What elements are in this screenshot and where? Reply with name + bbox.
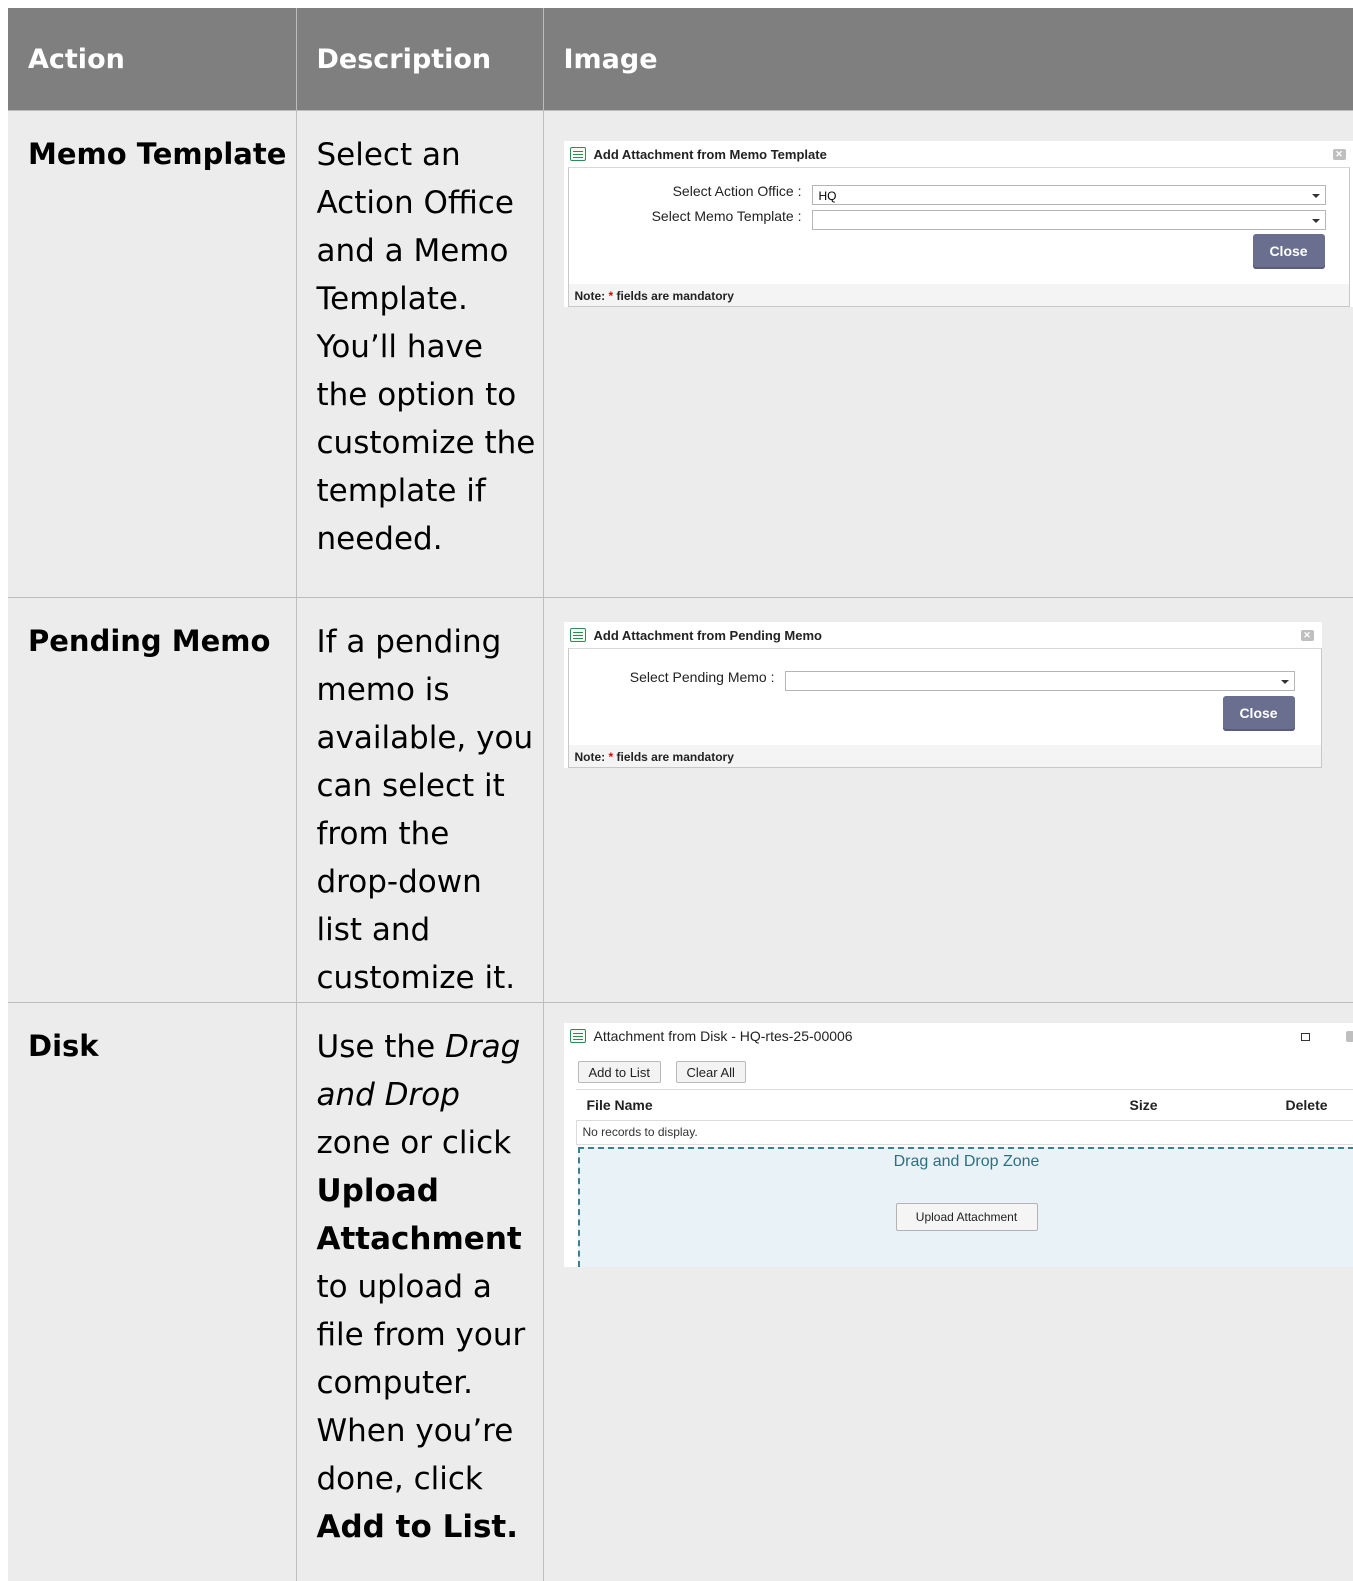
mandatory-note: Note: * fields are mandatory bbox=[569, 284, 1349, 306]
action-label: Memo Template bbox=[28, 111, 296, 171]
drag-drop-zone[interactable]: Drag and Drop Zone Upload Attachment bbox=[578, 1147, 1353, 1267]
action-office-value: HQ bbox=[819, 189, 837, 203]
pending-memo-select[interactable] bbox=[785, 671, 1295, 691]
header-description: Description bbox=[296, 8, 543, 111]
form-row-template: Select Memo Template : bbox=[569, 208, 802, 224]
add-to-list-button[interactable]: Add to List bbox=[578, 1061, 661, 1083]
dialog-title: Attachment from Disk - HQ-rtes-25-00006 bbox=[594, 1028, 853, 1044]
action-office-label: Select Action Office : bbox=[673, 183, 802, 199]
dialog-body: Select Pending Memo : Close Note: * fiel… bbox=[568, 648, 1322, 768]
action-cell: Memo Template bbox=[8, 111, 296, 598]
action-label: Disk bbox=[28, 1003, 296, 1063]
chevron-down-icon bbox=[1312, 219, 1320, 223]
grid-empty-message: No records to display. bbox=[576, 1120, 1353, 1145]
table-row: Memo Template Select an Action Office an… bbox=[8, 111, 1353, 598]
memo-template-label: Select Memo Template : bbox=[652, 208, 802, 224]
memo-template-dialog: Add Attachment from Memo Template ✕ Sele… bbox=[564, 141, 1353, 307]
image-cell: Add Attachment from Memo Template ✕ Sele… bbox=[543, 111, 1353, 598]
col-delete[interactable]: Delete bbox=[1286, 1090, 1328, 1120]
memo-template-select[interactable] bbox=[812, 210, 1326, 230]
mandatory-note: Note: * fields are mandatory bbox=[569, 745, 1321, 767]
action-label: Pending Memo bbox=[28, 598, 296, 658]
description-cell: Use the Drag and Drop zone or click Uplo… bbox=[296, 1003, 543, 1581]
chevron-down-icon bbox=[1281, 680, 1289, 684]
form-row-office: Select Action Office : bbox=[569, 183, 802, 199]
drag-drop-zone-title: Drag and Drop Zone bbox=[580, 1153, 1353, 1171]
action-cell: Disk bbox=[8, 1003, 296, 1581]
maximize-icon[interactable] bbox=[1301, 1033, 1310, 1041]
description-text: Select an Action Office and a Memo Templ… bbox=[317, 111, 543, 563]
close-icon[interactable] bbox=[1346, 1031, 1353, 1042]
close-icon[interactable]: ✕ bbox=[1333, 149, 1346, 160]
disk-dialog: Attachment from Disk - HQ-rtes-25-00006 … bbox=[564, 1023, 1353, 1267]
dialog-titlebar: Add Attachment from Pending Memo ✕ bbox=[564, 622, 1322, 648]
description-cell: If a pending memo is available, you can … bbox=[296, 598, 543, 1003]
description-text: Use the Drag and Drop zone or click Uplo… bbox=[317, 1003, 543, 1551]
header-image: Image bbox=[543, 8, 1353, 111]
action-office-select[interactable]: HQ bbox=[812, 185, 1326, 205]
action-table: Action Description Image Memo Template S… bbox=[8, 8, 1353, 1581]
col-file-name[interactable]: File Name bbox=[587, 1090, 653, 1120]
dialog-title: Add Attachment from Pending Memo bbox=[594, 628, 822, 643]
col-size[interactable]: Size bbox=[1130, 1090, 1158, 1120]
pending-memo-dialog: Add Attachment from Pending Memo ✕ Selec… bbox=[564, 622, 1322, 768]
upload-attachment-button[interactable]: Upload Attachment bbox=[896, 1203, 1038, 1231]
dialog-body: Select Action Office : HQ Select Memo Te… bbox=[568, 167, 1350, 307]
dialog-titlebar: Add Attachment from Memo Template ✕ bbox=[564, 141, 1353, 167]
form-row-pending: Select Pending Memo : bbox=[569, 669, 775, 685]
close-button[interactable]: Close bbox=[1223, 696, 1295, 731]
dialog-title: Add Attachment from Memo Template bbox=[594, 147, 827, 162]
header-action: Action bbox=[8, 8, 296, 111]
dialog-titlebar: Attachment from Disk - HQ-rtes-25-00006 bbox=[564, 1023, 1353, 1049]
window-icon bbox=[570, 628, 586, 642]
close-button[interactable]: Close bbox=[1253, 234, 1325, 269]
table-header-row: Action Description Image bbox=[8, 8, 1353, 111]
close-icon[interactable]: ✕ bbox=[1301, 630, 1314, 641]
description-cell: Select an Action Office and a Memo Templ… bbox=[296, 111, 543, 598]
chevron-down-icon bbox=[1312, 194, 1320, 198]
window-icon bbox=[570, 1029, 586, 1043]
pending-memo-label: Select Pending Memo : bbox=[630, 669, 775, 685]
image-cell: Add Attachment from Pending Memo ✕ Selec… bbox=[543, 598, 1353, 1003]
image-cell: Attachment from Disk - HQ-rtes-25-00006 … bbox=[543, 1003, 1353, 1581]
clear-all-button[interactable]: Clear All bbox=[676, 1061, 746, 1083]
table-row: Disk Use the Drag and Drop zone or click… bbox=[8, 1003, 1353, 1581]
grid-header: File Name Size Delete bbox=[576, 1089, 1353, 1121]
window-icon bbox=[570, 147, 586, 161]
action-cell: Pending Memo bbox=[8, 598, 296, 1003]
table-row: Pending Memo If a pending memo is availa… bbox=[8, 598, 1353, 1003]
description-text: If a pending memo is available, you can … bbox=[317, 598, 543, 1002]
